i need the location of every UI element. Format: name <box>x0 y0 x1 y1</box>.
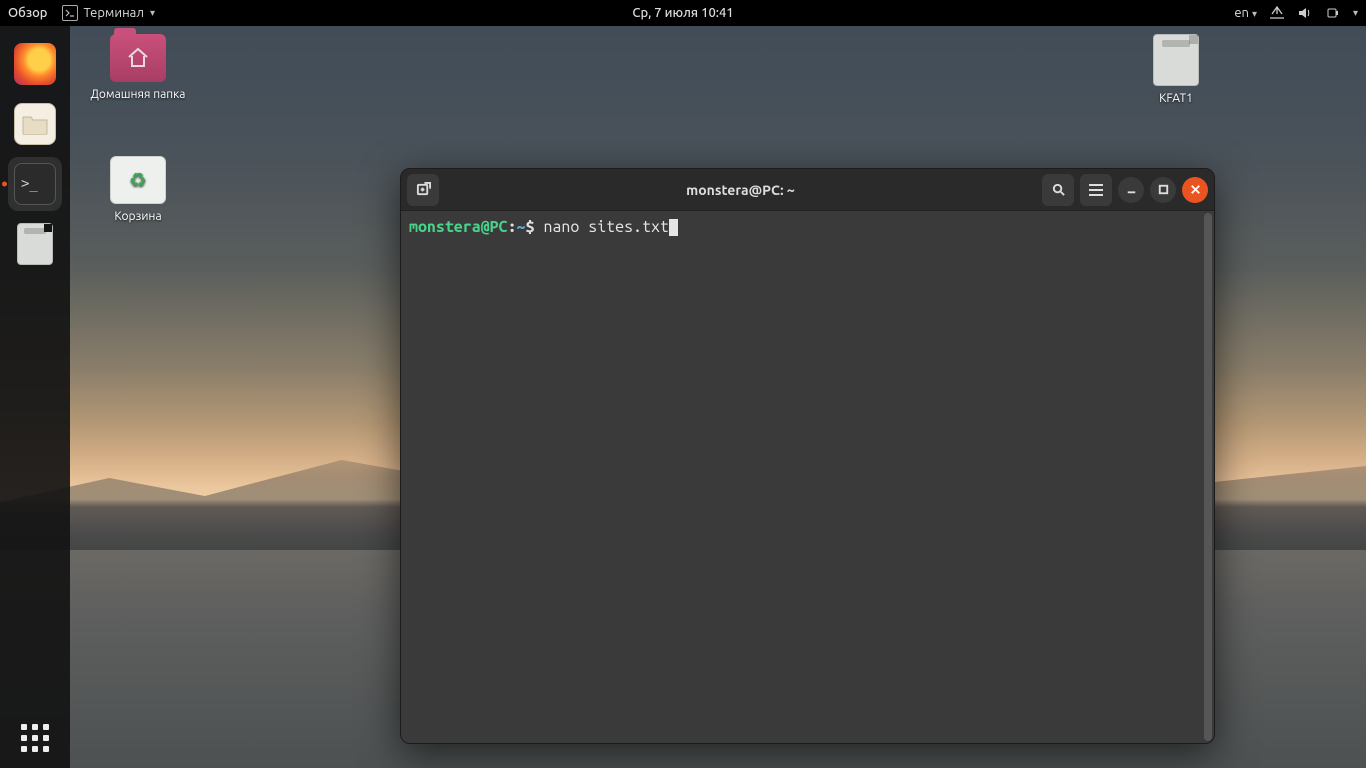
hamburger-menu-button[interactable] <box>1080 174 1112 206</box>
power-icon[interactable] <box>1325 5 1341 21</box>
prompt-colon: : <box>508 218 517 236</box>
prompt-path: ~ <box>517 218 526 236</box>
cursor <box>669 219 678 236</box>
terminal-viewport[interactable]: monstera@PC:~$ nano sites.txt <box>401 211 1214 743</box>
command-text: nano sites.txt <box>543 218 668 236</box>
trash-icon <box>110 156 166 204</box>
top-bar: Обзор Терминал ▾ Ср, 7 июля 10:41 en ▾ ▾ <box>0 0 1366 26</box>
sdcard-icon <box>1153 34 1199 86</box>
firefox-icon <box>14 43 56 85</box>
dock-terminal[interactable]: >_ <box>8 157 62 211</box>
keyboard-layout-indicator[interactable]: en ▾ <box>1234 6 1257 20</box>
window-title: monstera@PC: ~ <box>439 182 1042 198</box>
network-icon[interactable] <box>1269 5 1285 21</box>
dock: >_ <box>0 26 70 768</box>
terminal-line: monstera@PC:~$ nano sites.txt <box>409 217 1206 237</box>
minimize-button[interactable] <box>1118 177 1144 203</box>
terminal-window: monstera@PC: ~ m <box>400 168 1215 744</box>
show-applications-button[interactable] <box>8 711 62 765</box>
new-tab-button[interactable] <box>407 174 439 206</box>
apps-grid-icon <box>21 724 49 752</box>
chevron-down-icon: ▾ <box>1353 7 1358 19</box>
files-icon <box>14 103 56 145</box>
terminal-icon: >_ <box>14 163 56 205</box>
dock-removable[interactable] <box>8 217 62 271</box>
prompt-symbol: $ <box>526 218 535 236</box>
app-menu-label: Терминал <box>84 6 144 20</box>
clock[interactable]: Ср, 7 июля 10:41 <box>632 6 733 20</box>
keyboard-layout-label: en <box>1234 6 1249 20</box>
titlebar[interactable]: monstera@PC: ~ <box>401 169 1214 211</box>
chevron-down-icon: ▾ <box>150 7 155 19</box>
terminal-icon <box>62 5 78 21</box>
prompt-user: monstera <box>409 218 481 236</box>
activities-button[interactable]: Обзор <box>8 6 48 20</box>
desktop-icon-label: Домашняя папка <box>78 88 198 101</box>
desktop[interactable]: Домашняя папка Корзина KFAT1 monstera@PC… <box>70 26 1366 768</box>
search-button[interactable] <box>1042 174 1074 206</box>
desktop-home-folder[interactable]: Домашняя папка <box>78 34 198 101</box>
maximize-button[interactable] <box>1150 177 1176 203</box>
home-folder-icon <box>110 34 166 82</box>
dock-files[interactable] <box>8 97 62 151</box>
prompt-at: @ <box>481 218 490 236</box>
sdcard-icon <box>17 223 53 265</box>
desktop-icon-label: Корзина <box>78 210 198 223</box>
scrollbar[interactable] <box>1204 213 1212 741</box>
chevron-down-icon: ▾ <box>1252 8 1257 19</box>
close-button[interactable] <box>1182 177 1208 203</box>
dock-firefox[interactable] <box>8 37 62 91</box>
desktop-sdcard[interactable]: KFAT1 <box>1116 34 1236 105</box>
desktop-icon-label: KFAT1 <box>1116 92 1236 105</box>
desktop-trash[interactable]: Корзина <box>78 156 198 223</box>
app-menu[interactable]: Терминал ▾ <box>62 5 156 21</box>
prompt-host: PC <box>490 218 508 236</box>
volume-icon[interactable] <box>1297 5 1313 21</box>
